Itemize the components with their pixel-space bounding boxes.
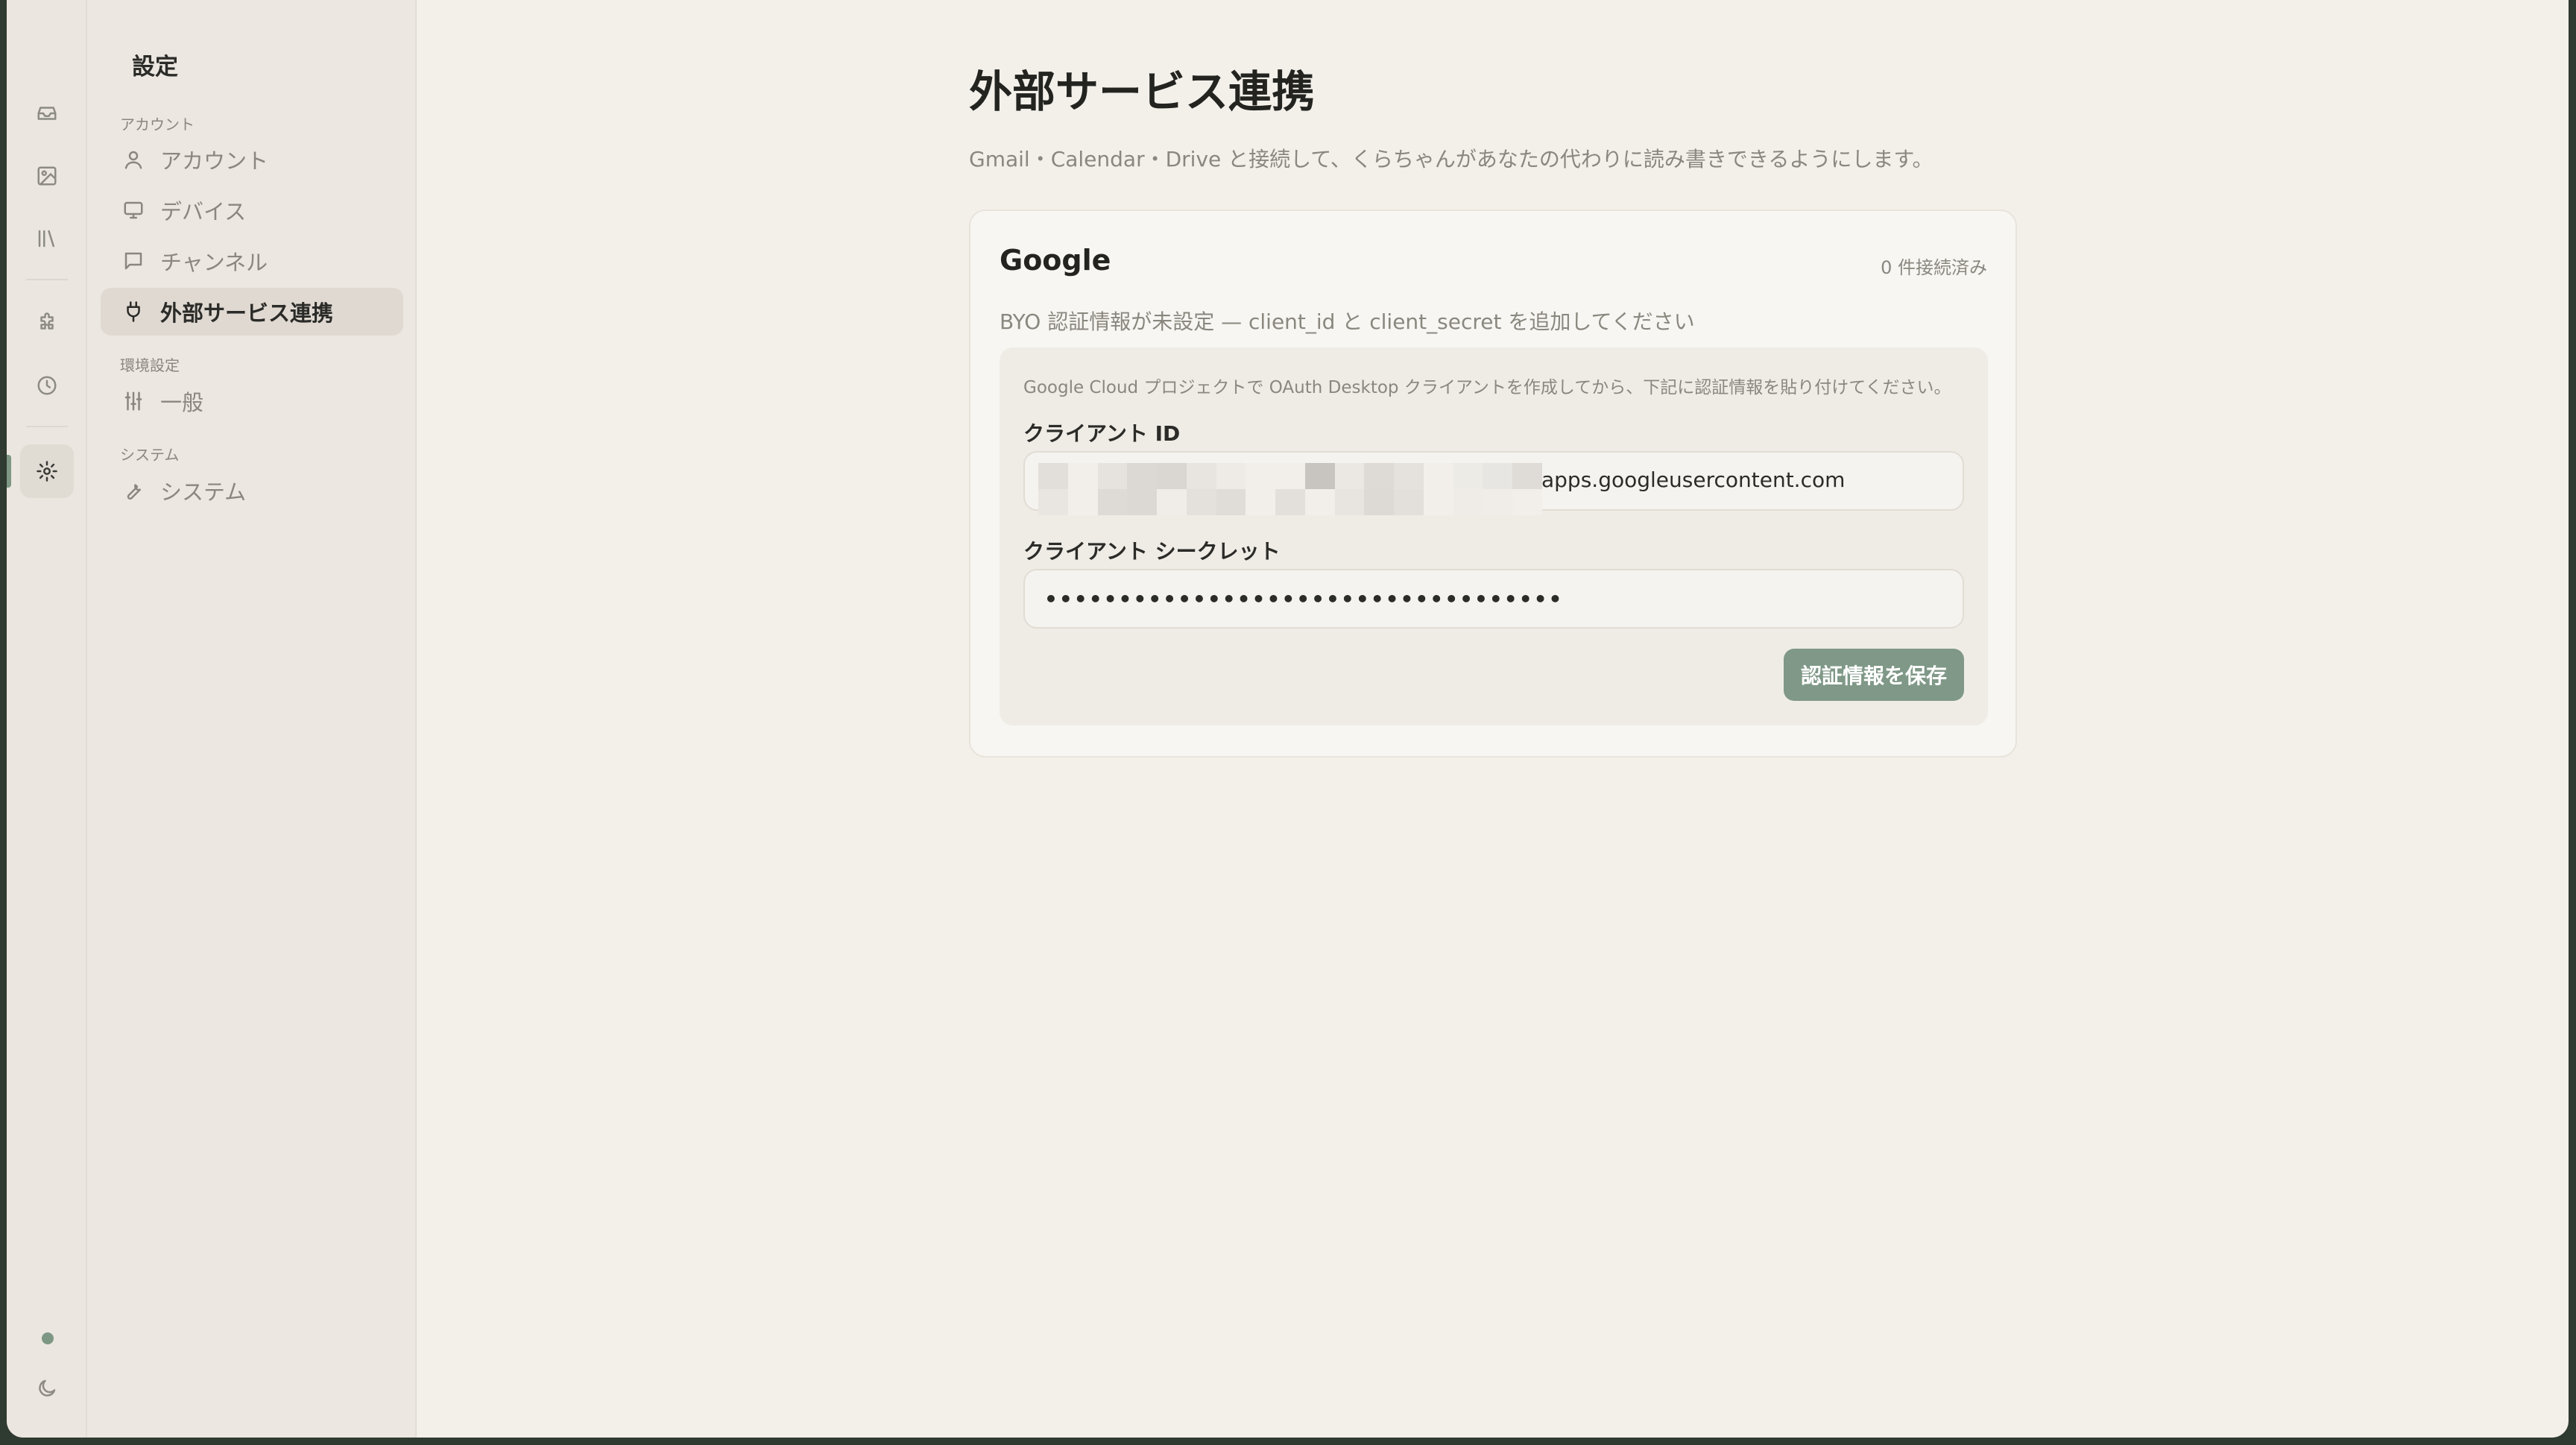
client-secret-label: クライアント シークレット xyxy=(1023,539,1281,564)
client-id-field[interactable]: apps.googleusercontent.com xyxy=(1023,451,1964,515)
connection-count: 0 件接続済み xyxy=(1881,257,1987,278)
active-indicator xyxy=(7,455,11,488)
client-secret-field[interactable] xyxy=(1023,569,1964,629)
page-title: 外部サービス連携 xyxy=(969,66,1316,117)
sidebar-item-devices[interactable]: デバイス xyxy=(101,186,403,234)
sidebar-item-general[interactable]: 一般 xyxy=(101,377,403,425)
moon-icon[interactable] xyxy=(20,1361,74,1415)
user-icon xyxy=(120,146,147,173)
inbox-icon[interactable] xyxy=(20,86,74,140)
save-credentials-button[interactable]: 認証情報を保存 xyxy=(1784,649,1964,701)
sidebar-title: 設定 xyxy=(132,54,178,81)
redacted-client-id xyxy=(1038,463,1542,515)
settings-sidebar: 設定 アカウント アカウント デバイス チャンネル 外部サービス連携 環境設定 … xyxy=(87,0,417,1438)
rail-divider xyxy=(26,279,68,280)
sidebar-item-label: 外部サービス連携 xyxy=(160,300,334,326)
settings-icon[interactable] xyxy=(20,444,74,498)
status-dot xyxy=(42,1332,54,1344)
section-label-system: システム xyxy=(120,446,180,464)
app-window: 設定 アカウント アカウント デバイス チャンネル 外部サービス連携 環境設定 … xyxy=(7,0,2569,1438)
page-description: Gmail・Calendar・Drive と接続して、くらちゃんがあなたの代わり… xyxy=(969,147,1933,171)
sidebar-item-channels[interactable]: チャンネル xyxy=(101,237,403,285)
icon-rail xyxy=(7,0,87,1438)
client-id-label: クライアント ID xyxy=(1023,421,1181,446)
sidebar-item-account[interactable]: アカウント xyxy=(101,136,403,183)
sidebar-item-label: 一般 xyxy=(160,390,204,415)
google-integration-card: Google 0 件接続済み BYO 認証情報が未設定 — client_id … xyxy=(969,210,2017,758)
client-id-value: apps.googleusercontent.com xyxy=(1541,468,1846,492)
library-icon[interactable] xyxy=(20,212,74,265)
card-title: Google xyxy=(1000,244,1111,277)
sidebar-item-label: アカウント xyxy=(160,148,269,174)
wrench-icon xyxy=(120,477,147,504)
message-icon xyxy=(120,248,147,274)
sidebar-item-label: チャンネル xyxy=(160,250,268,275)
sidebar-item-label: システム xyxy=(160,479,247,505)
main-content: 外部サービス連携 Gmail・Calendar・Drive と接続して、くらちゃ… xyxy=(417,0,2569,1438)
sidebar-item-integrations[interactable]: 外部サービス連携 xyxy=(101,288,403,336)
section-label-account: アカウント xyxy=(120,116,195,133)
image-icon[interactable] xyxy=(20,149,74,203)
rail-divider xyxy=(26,426,68,427)
client-secret-input[interactable] xyxy=(1043,570,1937,627)
plug-icon xyxy=(120,298,147,325)
help-text: Google Cloud プロジェクトで OAuth Desktop クライアン… xyxy=(1023,378,1951,397)
section-label-preferences: 環境設定 xyxy=(120,356,180,374)
puzzle-icon[interactable] xyxy=(20,296,74,350)
sliders-icon xyxy=(120,388,147,415)
clock-icon[interactable] xyxy=(20,359,74,412)
sidebar-item-system[interactable]: システム xyxy=(101,467,403,514)
credentials-status: BYO 認証情報が未設定 — client_id と client_secret… xyxy=(1000,309,1695,334)
credentials-form: Google Cloud プロジェクトで OAuth Desktop クライアン… xyxy=(1000,347,1988,725)
sidebar-item-label: デバイス xyxy=(160,199,247,224)
monitor-icon xyxy=(120,197,147,224)
